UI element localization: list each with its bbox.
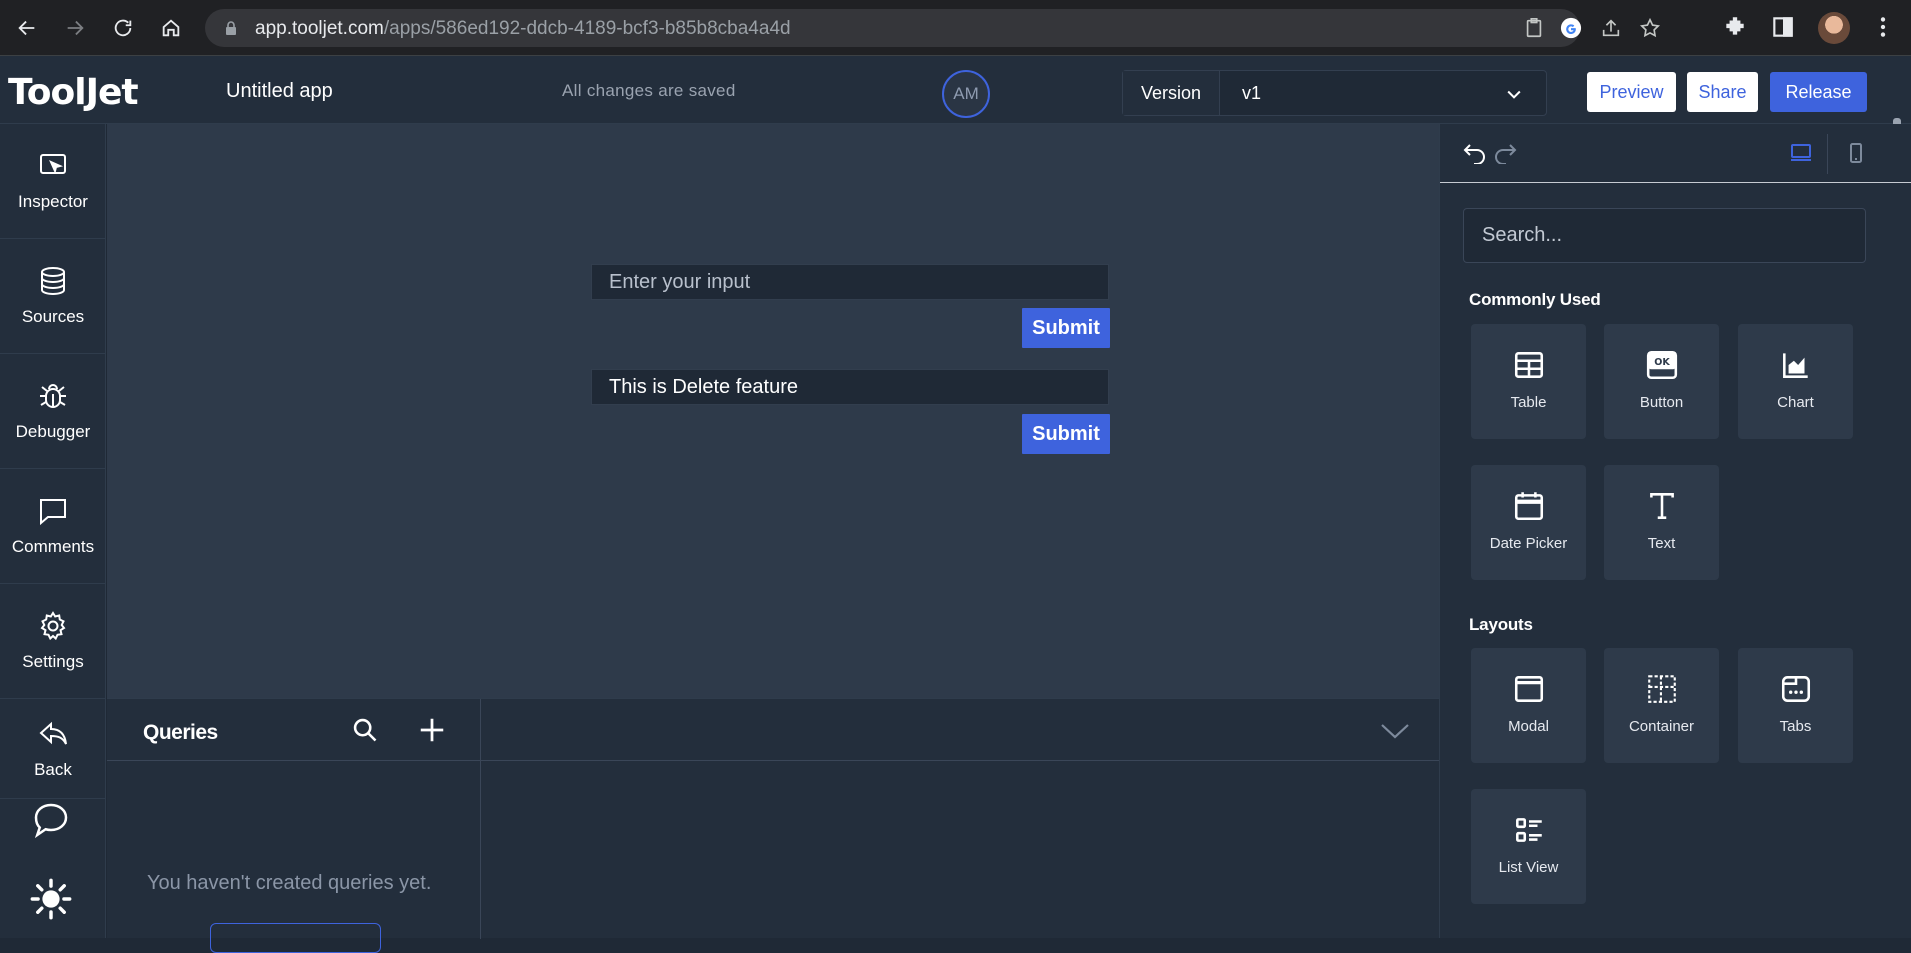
share-button[interactable]: Share <box>1687 72 1758 112</box>
create-query-button[interactable] <box>210 923 381 953</box>
modal-icon <box>1514 676 1543 702</box>
user-avatar[interactable]: AM <box>942 70 990 118</box>
preview-button[interactable]: Preview <box>1587 72 1676 112</box>
url-text: app.tooljet.com/apps/586ed192-ddcb-4189-… <box>255 18 791 39</box>
list-view-icon <box>1515 818 1542 842</box>
clipboard-icon[interactable] <box>1523 17 1545 39</box>
gear-icon <box>40 611 66 641</box>
widget-label: Tabs <box>1779 718 1812 735</box>
widget-label: Modal <box>1508 718 1549 735</box>
widget-panel: Search... Commonly Used Table OK Button … <box>1439 124 1911 938</box>
widget-label: Table <box>1510 394 1547 411</box>
sidebar-item-label: Comments <box>11 537 95 556</box>
tabs-icon <box>1781 676 1810 702</box>
widget-label: Button <box>1639 394 1684 411</box>
desktop-view-icon[interactable] <box>1789 141 1813 165</box>
table-icon <box>1514 352 1543 378</box>
widget-modal[interactable]: Modal <box>1471 648 1586 763</box>
text-icon <box>1649 493 1674 519</box>
redo-icon[interactable] <box>1492 142 1518 164</box>
svg-text:OK: OK <box>1654 357 1670 368</box>
widget-table[interactable]: Table <box>1471 324 1586 439</box>
query-list: You haven't created queries yet. <box>107 699 481 953</box>
back-arrow-icon <box>39 721 67 744</box>
text-input-1[interactable]: Enter your input <box>591 264 1109 300</box>
chart-icon <box>1782 353 1808 378</box>
sidebar-item-label: Back <box>34 759 72 779</box>
mobile-view-icon[interactable] <box>1844 141 1868 165</box>
browser-menu-icon[interactable] <box>1870 14 1896 40</box>
bug-icon <box>40 384 66 408</box>
home-icon[interactable] <box>156 13 186 43</box>
database-icon <box>41 267 65 296</box>
widget-panel-toolbar <box>1440 124 1911 183</box>
widget-chart[interactable]: Chart <box>1738 324 1853 439</box>
version-dropdown[interactable]: v1 <box>1220 71 1546 115</box>
widget-search-input[interactable]: Search... <box>1463 208 1866 263</box>
bookmark-star-icon[interactable] <box>1639 17 1661 39</box>
extensions-icon[interactable] <box>1722 14 1748 40</box>
widget-label: Container <box>1628 718 1695 735</box>
back-icon[interactable] <box>12 13 42 43</box>
sidebar-item-settings[interactable]: Settings <box>0 584 106 699</box>
queries-empty-message: You haven't created queries yet. <box>147 872 432 894</box>
sidebar-item-sources[interactable]: Sources <box>0 239 106 354</box>
sidebar-item-label: Inspector <box>18 192 88 211</box>
sidebar-item-back[interactable]: Back <box>0 699 106 799</box>
widget-label: Text <box>1647 535 1676 552</box>
reload-icon[interactable] <box>108 13 138 43</box>
share-page-icon[interactable] <box>1600 17 1622 39</box>
comment-icon <box>40 499 66 526</box>
collapse-chevron-icon[interactable] <box>1379 717 1411 745</box>
widget-tabs[interactable]: Tabs <box>1738 648 1853 763</box>
container-icon <box>1647 675 1676 703</box>
sidebar-item-label: Settings <box>22 652 84 671</box>
widget-label: List View <box>1498 859 1559 876</box>
version-value: v1 <box>1242 82 1262 103</box>
widget-container[interactable]: Container <box>1604 648 1719 763</box>
sidebar-item-comments[interactable]: Comments <box>0 469 106 584</box>
save-status: All changes are saved <box>562 81 736 100</box>
left-sidebar: Inspector Sources Debugger Comments Sett… <box>0 124 106 938</box>
widget-label: Date Picker <box>1489 535 1568 552</box>
widget-text[interactable]: Text <box>1604 465 1719 580</box>
google-icon[interactable] <box>1560 17 1582 39</box>
app-canvas[interactable]: Enter your input Submit This is Delete f… <box>107 124 1439 698</box>
version-selector[interactable]: Version v1 <box>1122 70 1547 116</box>
undo-icon[interactable] <box>1462 142 1488 164</box>
layouts-heading: Layouts <box>1469 615 1533 634</box>
sidebar-item-inspector[interactable]: Inspector <box>0 124 106 239</box>
submit-button-1[interactable]: Submit <box>1022 308 1110 348</box>
inspector-icon <box>40 154 66 175</box>
calendar-icon <box>1514 492 1543 521</box>
chat-bubble-icon[interactable] <box>31 800 71 840</box>
widget-list-view[interactable]: List View <box>1471 789 1586 904</box>
submit-button-2[interactable]: Submit <box>1022 414 1110 454</box>
address-bar[interactable]: app.tooljet.com/apps/586ed192-ddcb-4189-… <box>205 9 1661 47</box>
button-icon: OK <box>1646 350 1677 380</box>
theme-toggle-sun-icon[interactable] <box>28 876 74 922</box>
app-name[interactable]: Untitled app <box>226 80 333 103</box>
text-input-2[interactable]: This is Delete feature <box>591 369 1109 405</box>
commonly-used-heading: Commonly Used <box>1469 290 1601 309</box>
sidebar-item-debugger[interactable]: Debugger <box>0 354 106 469</box>
browser-toolbar: app.tooljet.com/apps/586ed192-ddcb-4189-… <box>0 0 1911 56</box>
profile-avatar[interactable] <box>1818 12 1850 44</box>
app-header: ToolJet Untitled app All changes are sav… <box>0 56 1911 136</box>
side-panel-icon[interactable] <box>1770 14 1796 40</box>
forward-icon[interactable] <box>60 13 90 43</box>
widget-date-picker[interactable]: Date Picker <box>1471 465 1586 580</box>
widget-label: Chart <box>1777 394 1814 411</box>
tooljet-logo[interactable]: ToolJet <box>8 72 139 113</box>
divider <box>1827 134 1828 174</box>
query-panel: Queries You haven't created queries yet. <box>107 698 1439 953</box>
sidebar-item-label: Sources <box>21 307 85 326</box>
chevron-down-icon <box>1507 90 1521 99</box>
lock-icon <box>226 21 236 35</box>
version-label: Version <box>1123 71 1220 115</box>
sidebar-item-label: Debugger <box>15 422 91 441</box>
widget-button[interactable]: OK Button <box>1604 324 1719 439</box>
release-button[interactable]: Release <box>1770 72 1867 112</box>
